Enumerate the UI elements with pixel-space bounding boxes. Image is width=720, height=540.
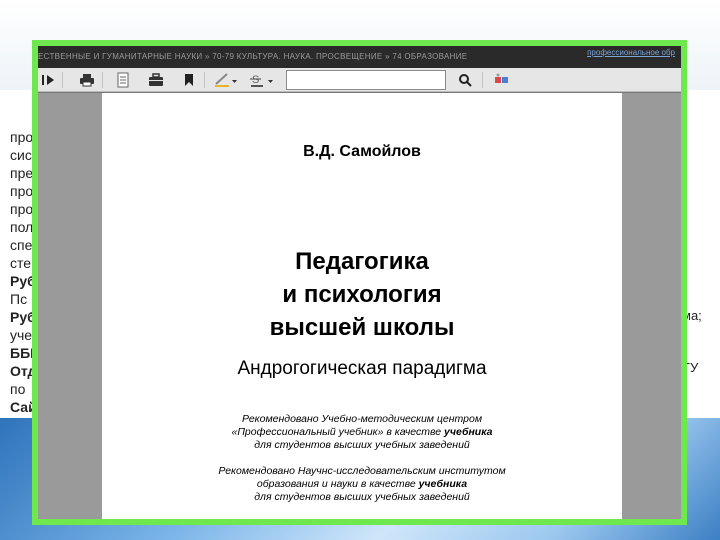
toolbar: S xyxy=(38,68,681,92)
recommendation-2-line-1: Рекомендовано Научнс-исследовательским и… xyxy=(218,465,506,477)
book-title: Педагогика и психология высшей школы xyxy=(102,245,622,344)
book-author: В.Д. Самойлов xyxy=(303,143,421,160)
book-title-line-1: Педагогика xyxy=(295,248,429,275)
strikethrough-dropdown-icon[interactable]: S xyxy=(248,71,276,89)
svg-text:S: S xyxy=(252,74,259,86)
recommendation-1-line-2: «Профессиональный учебник» в качестве уч… xyxy=(231,426,493,438)
book-title-line-3: высшей школы xyxy=(269,314,455,341)
recommendation-2-line-3: для студентов высших учебных заведений xyxy=(254,491,470,503)
highlight-pen-dropdown-icon[interactable] xyxy=(212,71,240,89)
recommendation-1-line-1: Рекомендовано Учебно-методическим центро… xyxy=(241,413,483,425)
document-gutter-left xyxy=(38,93,102,519)
recommendation-1-line-3: для студентов высших учебных заведений xyxy=(254,439,470,451)
category-breadcrumb-strip: ЕСТВЕННЫЕ И ГУМАНИТАРНЫЕ НАУКИ » 70-79 К… xyxy=(38,46,681,68)
category-breadcrumb[interactable]: ЕСТВЕННЫЕ И ГУМАНИТАРНЫЕ НАУКИ » 70-79 К… xyxy=(38,52,467,61)
search-input[interactable] xyxy=(286,70,446,90)
recommendation-2-line-2: образования и науки в качестве учебника xyxy=(256,478,468,490)
briefcase-icon[interactable] xyxy=(146,71,166,89)
recommendation-1: Рекомендовано Учебно-методическим центро… xyxy=(102,413,622,452)
document-page: В.Д. Самойлов Педагогика и психология вы… xyxy=(102,93,622,519)
recommendation-2: Рекомендовано Научнс-исследовательским и… xyxy=(102,465,622,504)
book-subtitle: Андрогогическая парадигма xyxy=(237,358,487,379)
header-link[interactable]: профессиональное обр xyxy=(587,48,675,57)
document-gutter-right xyxy=(622,93,681,519)
bookmark-icon[interactable] xyxy=(180,71,198,89)
print-icon[interactable] xyxy=(78,71,96,89)
book-title-line-2: и психология xyxy=(282,281,442,308)
document-viewer-window: ЕСТВЕННЫЕ И ГУМАНИТАРНЫЕ НАУКИ » 70-79 К… xyxy=(32,40,687,525)
share-icon[interactable] xyxy=(492,71,512,89)
document-area[interactable]: В.Д. Самойлов Педагогика и психология вы… xyxy=(38,93,681,519)
sidebar-toggle-icon[interactable] xyxy=(40,71,58,89)
document-icon[interactable] xyxy=(114,71,132,89)
search-icon[interactable] xyxy=(456,71,474,89)
